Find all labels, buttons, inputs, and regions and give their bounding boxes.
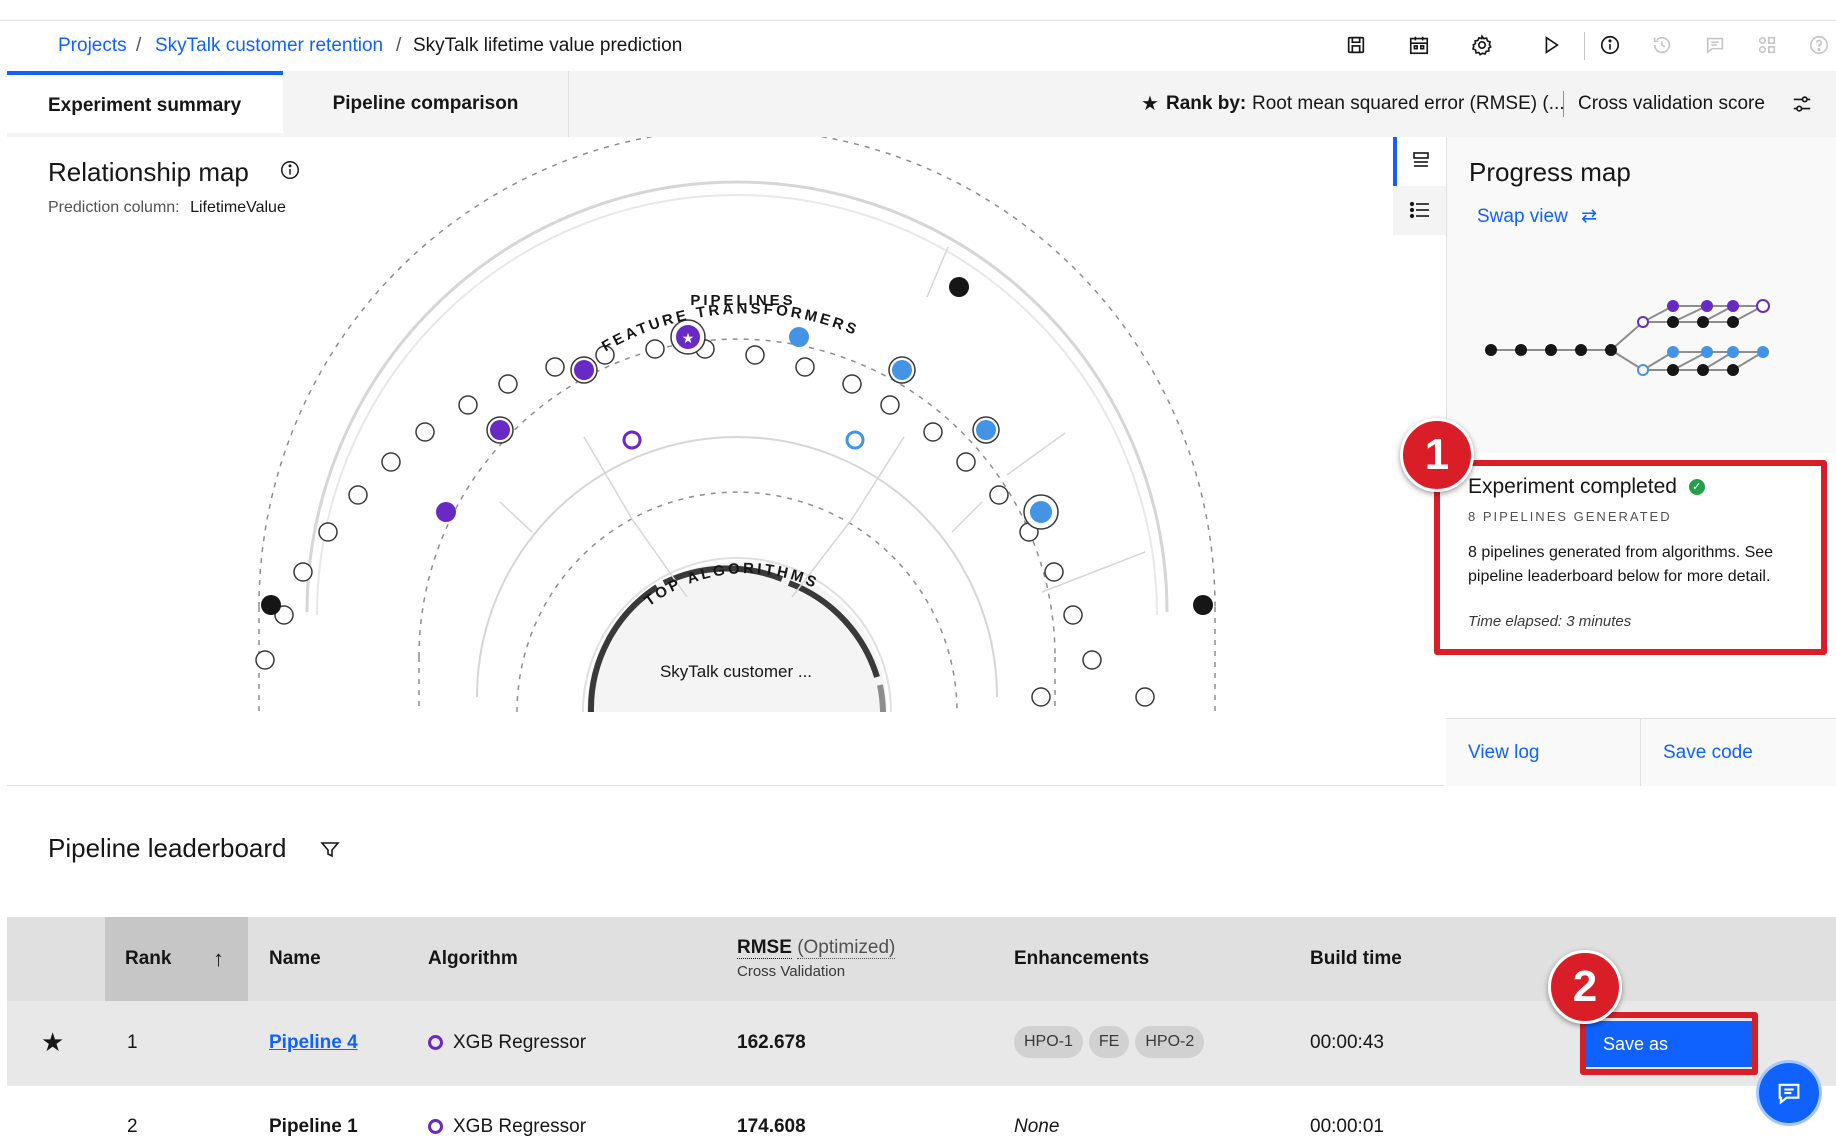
svg-text:★: ★ bbox=[682, 330, 695, 346]
view-log-button[interactable]: View log bbox=[1446, 719, 1641, 786]
leaderboard-title: Pipeline leaderboard bbox=[48, 833, 287, 863]
hub-label: SkyTalk customer ... bbox=[660, 662, 812, 681]
relationship-map-diagram: ★ FEATURE TRANSFORMERS PIPELINES TOP ALG… bbox=[255, 137, 1216, 713]
toolbar-divider bbox=[1584, 32, 1585, 60]
rank-cell: 1 bbox=[127, 1032, 138, 1053]
algorithm-label: XGB Regressor bbox=[453, 1116, 587, 1137]
rmse-header-label: RMSE bbox=[737, 937, 792, 959]
algorithm-dot-icon bbox=[428, 1035, 443, 1051]
enhancement-tag: HPO-1 bbox=[1014, 1026, 1083, 1058]
save-icon[interactable] bbox=[1343, 32, 1369, 58]
ring-label-pipelines: PIPELINES bbox=[690, 292, 795, 309]
rank-by-label: Rank by: bbox=[1166, 93, 1247, 114]
rank-by-value[interactable]: Root mean squared error (RMSE) (... bbox=[1252, 71, 1565, 137]
connector-lines bbox=[499, 246, 1146, 598]
build-time-cell: 00:00:01 bbox=[1310, 1116, 1384, 1137]
settings-adjust-icon[interactable] bbox=[1791, 93, 1813, 120]
star-icon[interactable]: ★ bbox=[41, 1027, 64, 1058]
gear-icon[interactable] bbox=[1469, 32, 1495, 58]
enhancement-tag: HPO-2 bbox=[1135, 1026, 1205, 1058]
enhancements-header: Enhancements bbox=[1014, 948, 1150, 969]
sort-ascending-icon: ↑ bbox=[213, 946, 224, 971]
chat-icon[interactable] bbox=[1756, 1060, 1822, 1126]
rmse-header-suffix: (Optimized) bbox=[797, 937, 896, 959]
breadcrumb-separator: / bbox=[396, 35, 402, 56]
help-icon[interactable] bbox=[1806, 32, 1832, 58]
rmse-cell: 162.678 bbox=[737, 1032, 806, 1053]
view-list-toggle[interactable] bbox=[1393, 186, 1446, 235]
breadcrumb-separator: / bbox=[136, 35, 142, 56]
rmse-cell: 174.608 bbox=[737, 1116, 806, 1137]
enhancements-cell: None bbox=[1014, 1116, 1060, 1137]
calendar-icon[interactable] bbox=[1406, 32, 1432, 58]
header-bar: Projects / SkyTalk customer retention / … bbox=[7, 20, 1836, 72]
star-icon: ★ bbox=[1141, 93, 1159, 115]
tab-pipeline-comparison[interactable]: Pipeline comparison bbox=[283, 71, 569, 137]
progress-actions: View log Save code bbox=[1446, 718, 1836, 786]
enhancements-cell: HPO-1 FE HPO-2 bbox=[1014, 1026, 1210, 1058]
enhancement-tag: FE bbox=[1088, 1026, 1130, 1058]
top-strip bbox=[0, 0, 1836, 21]
rank-cell: 2 bbox=[127, 1116, 138, 1137]
relationship-map-panel: Relationship map Prediction column: Life… bbox=[7, 137, 1444, 786]
play-icon[interactable] bbox=[1538, 32, 1564, 58]
view-map-toggle[interactable] bbox=[1393, 137, 1446, 186]
annotation-box-2 bbox=[1580, 1012, 1758, 1075]
data-icon[interactable] bbox=[1754, 32, 1780, 58]
annotation-box-1 bbox=[1434, 460, 1827, 655]
hub bbox=[587, 562, 887, 713]
rmse-header-subtitle: Cross Validation bbox=[737, 963, 846, 980]
tab-bar: Experiment summary Pipeline comparison ★… bbox=[7, 71, 1836, 138]
swap-view-label: Swap view bbox=[1477, 206, 1568, 227]
swap-view-link[interactable]: Swap view ⇄ bbox=[1477, 205, 1597, 228]
view-toggle-group bbox=[1393, 137, 1446, 235]
annotation-badge-2: 2 bbox=[1548, 950, 1622, 1024]
algorithm-cell: XGB Regressor bbox=[428, 1116, 586, 1138]
rank-column-header[interactable]: Rank ↑ bbox=[105, 917, 248, 1001]
algorithm-nodes bbox=[622, 430, 865, 450]
comment-icon[interactable] bbox=[1702, 32, 1728, 58]
rmse-header[interactable]: RMSE (Optimized) Cross Validation bbox=[737, 937, 896, 980]
algorithm-cell: XGB Regressor bbox=[428, 1032, 586, 1054]
save-code-button[interactable]: Save code bbox=[1641, 719, 1836, 786]
algorithm-header: Algorithm bbox=[428, 948, 518, 969]
annotation-badge-1: 1 bbox=[1400, 418, 1474, 492]
build-time-header: Build time bbox=[1310, 948, 1402, 969]
pipeline-name-link[interactable]: Pipeline 1 bbox=[269, 1116, 358, 1138]
info-icon[interactable] bbox=[1597, 32, 1623, 58]
build-time-cell: 00:00:43 bbox=[1310, 1032, 1384, 1053]
filter-icon[interactable] bbox=[320, 840, 340, 865]
name-header: Name bbox=[269, 948, 321, 969]
breadcrumb-current: SkyTalk lifetime value prediction bbox=[413, 35, 683, 56]
progress-map-title: Progress map bbox=[1469, 157, 1631, 187]
rank-header-label: Rank bbox=[125, 948, 172, 969]
algorithm-dot-icon bbox=[428, 1119, 443, 1135]
pipeline-name-link[interactable]: Pipeline 4 bbox=[269, 1032, 358, 1054]
tab-experiment-summary[interactable]: Experiment summary bbox=[7, 71, 283, 133]
algorithm-label: XGB Regressor bbox=[453, 1032, 587, 1053]
breadcrumb-project[interactable]: SkyTalk customer retention bbox=[155, 20, 383, 71]
rank-divider bbox=[1563, 91, 1564, 117]
rank-score-type[interactable]: Cross validation score bbox=[1578, 71, 1765, 137]
history-icon[interactable] bbox=[1649, 32, 1675, 58]
table-row[interactable]: 2 Pipeline 1 XGB Regressor 174.608 None … bbox=[7, 1086, 1836, 1137]
progress-map-graph bbox=[1485, 299, 1770, 376]
breadcrumb-projects[interactable]: Projects bbox=[58, 20, 127, 71]
swap-icon: ⇄ bbox=[1581, 206, 1598, 227]
